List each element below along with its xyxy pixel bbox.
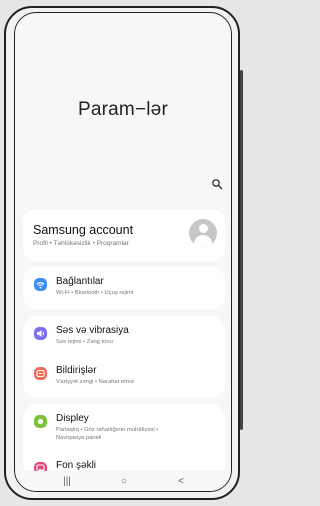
settings-item-label: Fon şəkli [56,460,97,471]
navigation-bar: ||| ○ < [15,471,231,491]
settings-item-label: Bağlantılar [56,276,104,287]
settings-item-display[interactable]: Displey Parlaqlıq • Göz rahatlığının müh… [23,405,225,445]
settings-item-label: Bildirişlər [56,365,97,376]
settings-item-sub: Parlaqlıq • Göz rahatlığının mühâfizəsi … [56,427,159,433]
page: Param−lər Samsung account Profil • Təhlü… [0,0,246,506]
account-subtitle: Profil • Təhlükəsizlik • Proqramlar [33,240,129,247]
brightness-icon-glyph [37,418,44,425]
settings-item-sub: Wi-Fi • Bluetooth • Uçuş rejimi [56,290,134,296]
settings-item-sub-line2: Naviqasiya paneli [56,435,102,441]
settings-item-label: Displey [56,413,89,424]
wifi-icon [34,278,47,291]
account-title: Samsung account [33,223,134,237]
phone-screen: Param−lər Samsung account Profil • Təhlü… [14,12,232,492]
wifi-icon-glyph [36,282,45,289]
volume-icon-glyph [37,330,44,337]
notification-icon [34,367,47,380]
brightness-icon [34,415,47,428]
settings-item-sub: Vəziyyət zəngi • Narahat etmə [56,379,134,385]
settings-item-connections[interactable]: Bağlantılar Wi-Fi • Bluetooth • Uçuş rej… [23,268,225,308]
avatar [189,219,217,247]
sound-notifications-card: Səs və vibrasiya Səs rejimi • Zəng tonu … [23,316,225,398]
connections-card: Bağlantılar Wi-Fi • Bluetooth • Uçuş rej… [23,267,225,309]
search-icon[interactable] [211,178,223,190]
notification-icon-glyph [36,369,45,378]
settings-item-sound[interactable]: Səs və vibrasiya Səs rejimi • Zəng tonu [23,317,225,357]
settings-item-label: Səs və vibrasiya [56,325,129,336]
avatar-shoulders-shape [194,235,212,247]
settings-item-notifications[interactable]: Bildirişlər Vəziyyət zəngi • Narahat etm… [23,357,225,397]
display-wallpaper-card: Displey Parlaqlıq • Göz rahatlığının müh… [23,404,225,478]
back-button[interactable]: < [171,475,191,489]
settings-item-sub: Səs rejimi • Zəng tonu [56,339,113,345]
home-button[interactable]: ○ [114,475,134,489]
phone-side-button [240,70,243,430]
recents-button[interactable]: ||| [57,475,77,489]
samsung-account-card[interactable]: Samsung account Profil • Təhlükəsizlik •… [23,209,225,261]
volume-icon [34,327,47,340]
avatar-head-shape [198,224,208,233]
page-title: Param−lər [78,99,168,120]
